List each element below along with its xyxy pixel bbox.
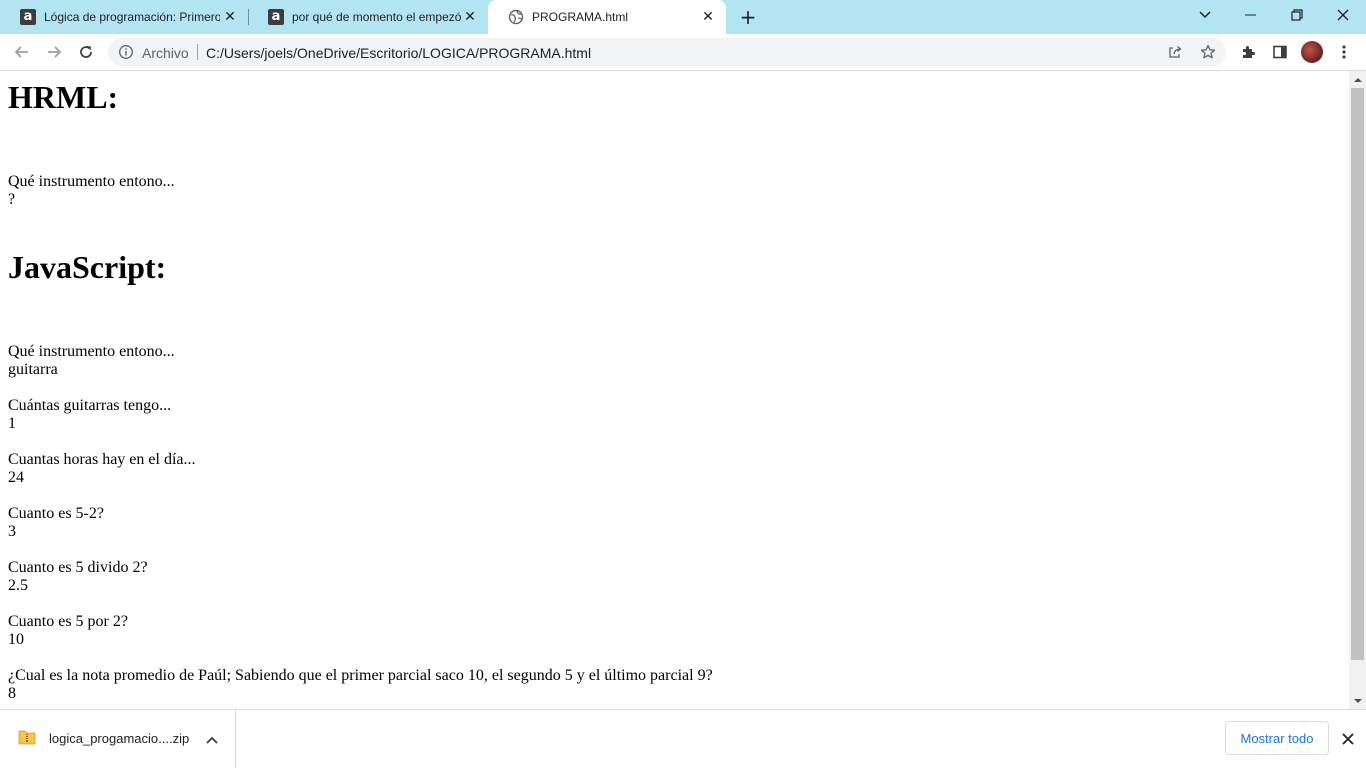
scrollbar-thumb[interactable]	[1351, 88, 1364, 660]
browser-toolbar: Archivo C:/Users/joels/OneDrive/Escritor…	[0, 34, 1366, 71]
back-arrow-icon[interactable]	[8, 38, 36, 66]
profile-avatar[interactable]	[1301, 41, 1323, 63]
close-window-icon[interactable]	[1320, 0, 1366, 30]
download-file-name: logica_progamacio....zip	[49, 731, 190, 746]
scheme-label: Archivo	[142, 45, 189, 61]
js-qa-block: Qué instrumento entono... guitarra	[8, 343, 175, 379]
js-qa-block: Cuantas horas hay en el día... 24	[8, 451, 196, 487]
scroll-down-arrow-icon[interactable]	[1349, 692, 1366, 709]
tab-programa-html[interactable]: PROGRAMA.html ✕	[488, 0, 726, 34]
tab-strip: a Lógica de programación: Primeros pasos…	[0, 0, 1366, 34]
js-qa-block: Cuántas guitarras tengo... 1	[8, 397, 171, 433]
tab-por-que[interactable]: a por qué de momento el empezó ✕	[248, 0, 488, 34]
answer-text: 3	[8, 523, 16, 540]
question-text: Cuanto es 5 divido 2?	[8, 559, 148, 576]
question-text: Cuantas horas hay en el día...	[8, 451, 196, 468]
answer-text: 24	[8, 469, 24, 486]
scroll-up-arrow-icon[interactable]	[1349, 71, 1366, 88]
js-qa-block: Cuanto es 5 por 2? 10	[8, 613, 128, 649]
close-icon[interactable]	[1336, 727, 1360, 751]
menu-kebab-icon[interactable]	[1333, 41, 1355, 63]
alura-icon: a	[268, 9, 284, 25]
globe-icon	[508, 9, 524, 25]
tab-title: por qué de momento el empezó	[292, 10, 462, 24]
close-tab-icon[interactable]: ✕	[222, 9, 238, 25]
html-qa-block: Qué instrumento entono... ?	[8, 173, 175, 209]
question-text: Qué instrumento entono...	[8, 343, 175, 360]
zip-folder-icon	[18, 729, 36, 745]
close-tab-icon[interactable]: ✕	[462, 9, 478, 25]
tab-logica-programacion[interactable]: a Lógica de programación: Primeros pasos…	[0, 0, 248, 34]
js-qa-block: Cuanto es 5 divido 2? 2.5	[8, 559, 148, 595]
js-qa-block: Cuanto es 5-2? 3	[8, 505, 104, 541]
url-text[interactable]: C:/Users/joels/OneDrive/Escritorio/LOGIC…	[206, 45, 591, 61]
minimize-icon[interactable]	[1228, 0, 1274, 30]
answer-text: 1	[8, 415, 16, 432]
new-tab-button[interactable]: +	[736, 5, 760, 29]
bookmark-star-icon[interactable]	[1199, 43, 1217, 61]
extensions-puzzle-icon[interactable]	[1237, 41, 1259, 63]
omnibox-divider	[197, 44, 198, 60]
side-panel-icon[interactable]	[1269, 41, 1291, 63]
question-text: Cuántas guitarras tengo...	[8, 397, 172, 414]
page-viewport: HRML: Qué instrumento entono... ? JavaSc…	[0, 71, 1349, 709]
share-icon[interactable]	[1166, 43, 1184, 61]
answer-text: 2.5	[8, 577, 28, 594]
heading-javascript: JavaScript:	[8, 249, 167, 285]
download-item[interactable]: logica_progamacio....zip	[0, 710, 236, 768]
tab-title: Lógica de programación: Primeros pasos	[44, 10, 220, 24]
download-shelf: logica_progamacio....zip Mostrar todo	[0, 709, 1366, 768]
tab-title: PROGRAMA.html	[532, 10, 629, 24]
question-text: Cuanto es 5-2?	[8, 505, 104, 522]
restore-icon[interactable]	[1274, 0, 1320, 30]
show-all-downloads-button[interactable]: Mostrar todo	[1225, 721, 1329, 755]
answer-text: ?	[8, 191, 16, 208]
info-icon[interactable]	[118, 44, 134, 60]
heading-html: HRML:	[8, 79, 119, 115]
question-text: ¿Cual es la nota promedio de Paúl; Sabie…	[8, 667, 713, 684]
forward-arrow-icon[interactable]	[40, 38, 68, 66]
close-tab-icon[interactable]: ✕	[700, 9, 716, 25]
question-text: Cuanto es 5 por 2?	[8, 613, 128, 630]
answer-text: guitarra	[8, 361, 58, 378]
vertical-scrollbar[interactable]	[1349, 71, 1366, 709]
answer-text: 8	[8, 685, 16, 702]
address-bar[interactable]: Archivo C:/Users/joels/OneDrive/Escritor…	[108, 38, 1226, 66]
chevron-up-icon[interactable]	[202, 730, 222, 750]
question-text: Qué instrumento entono...	[8, 173, 175, 190]
tab-search-chevron-icon[interactable]	[1182, 0, 1228, 30]
js-qa-block: ¿Cual es la nota promedio de Paúl; Sabie…	[8, 667, 713, 703]
reload-icon[interactable]	[72, 38, 100, 66]
answer-text: 10	[8, 631, 24, 648]
alura-icon: a	[20, 9, 36, 25]
